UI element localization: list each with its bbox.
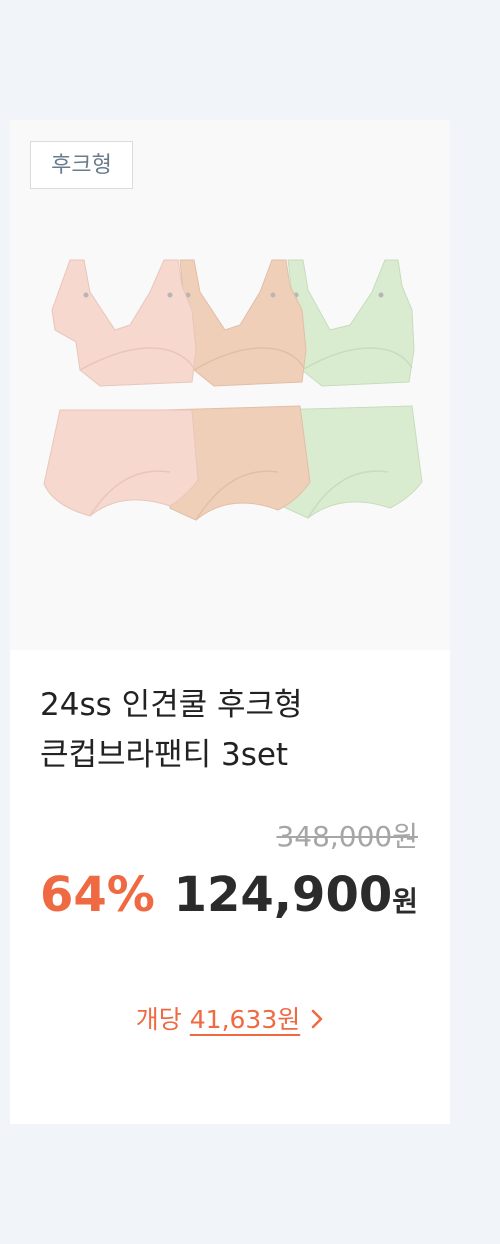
product-title-line1: 24ss 인견쿨 후크형 (40, 687, 303, 723)
hook-type-badge: 후크형 (30, 141, 133, 189)
bra-green (287, 259, 415, 387)
product-image-area[interactable]: 후크형 (10, 120, 450, 650)
unit-price-label: 개당 (135, 1005, 182, 1034)
product-title[interactable]: 24ss 인견쿨 후크형 큰컵브라팬티 3set (40, 680, 430, 780)
chevron-right-icon (312, 1009, 323, 1029)
unit-price-link[interactable]: 개당 41,633원 (10, 1000, 450, 1040)
sale-price-row: 64% 124,900원 (40, 865, 418, 925)
bra-pink (51, 259, 197, 387)
discount-rate: 64% (40, 867, 155, 923)
bra-beige (179, 259, 307, 387)
sale-price-amount: 124,900 (173, 867, 393, 923)
product-title-line2: 큰컵브라팬티 3set (40, 737, 289, 773)
sale-price: 124,900원 (174, 865, 418, 936)
product-image (43, 259, 423, 521)
product-card[interactable]: 후크형 24ss 인견쿨 후크형 큰컵브라팬티 3set 348,000원 64… (10, 120, 450, 1124)
original-price: 348,000원 (276, 820, 418, 853)
sale-price-currency: 원 (392, 885, 418, 918)
panty-pink (43, 409, 199, 517)
unit-price-value: 41,633원 (189, 1005, 301, 1034)
